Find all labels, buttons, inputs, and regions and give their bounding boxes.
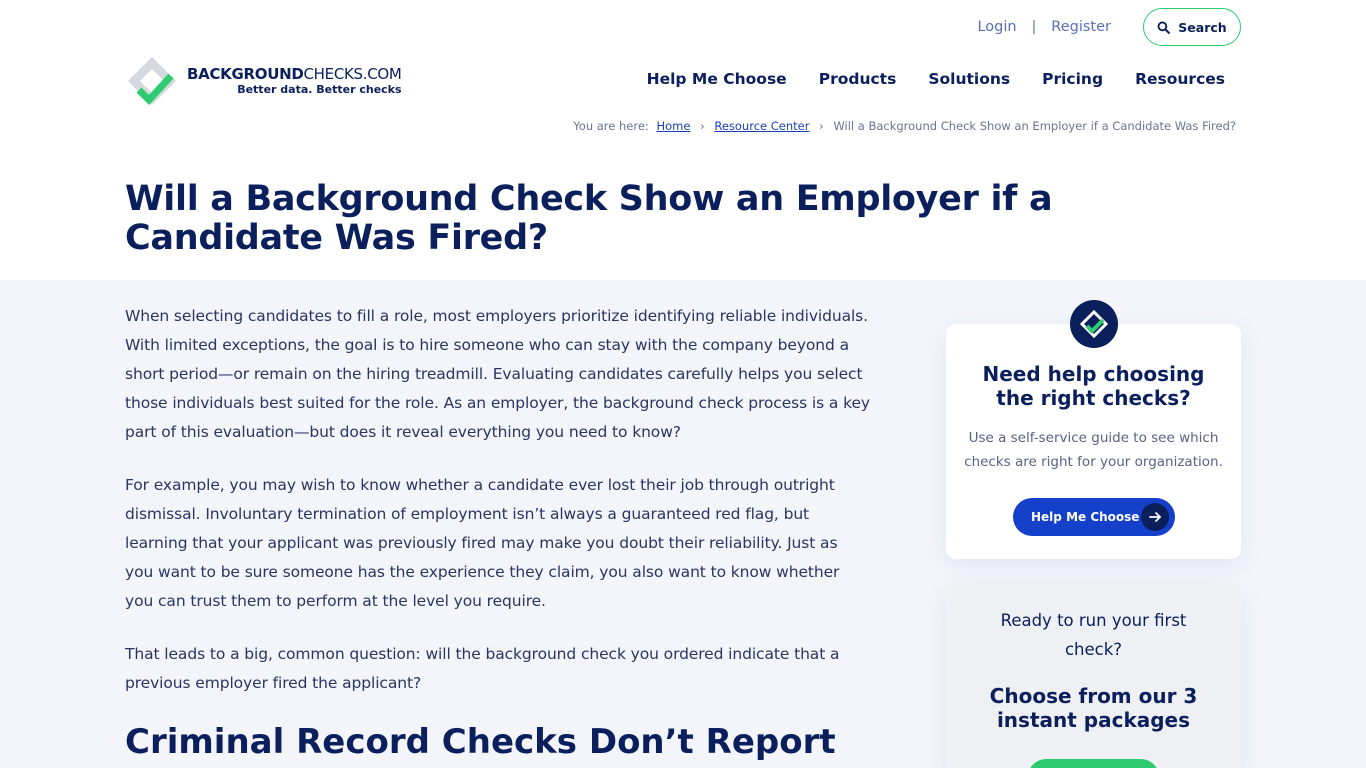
- nav-solutions[interactable]: Solutions: [928, 70, 1010, 88]
- breadcrumb-resource-center[interactable]: Resource Center: [714, 119, 809, 133]
- article-subheading: Criminal Record Checks Don’t Report: [125, 722, 836, 762]
- arrow-right-icon: [1141, 503, 1169, 531]
- help-choose-card: Need help choosing the right checks? Use…: [946, 300, 1241, 559]
- main-nav: Help Me Choose Products Solutions Pricin…: [615, 70, 1225, 88]
- page-title: Will a Background Check Show an Employer…: [125, 179, 1053, 258]
- breadcrumb: You are here: Home › Resource Center › W…: [573, 119, 1236, 133]
- nav-resources[interactable]: Resources: [1135, 70, 1225, 88]
- logo-name-bold: BACKGROUND: [187, 65, 304, 83]
- logo-mark-icon: [125, 54, 179, 108]
- article-paragraph: For example, you may wish to know whethe…: [125, 476, 840, 610]
- logo-name-rest: CHECKS.COM: [303, 65, 402, 83]
- logo-wordmark: BACKGROUNDCHECKS.COM: [187, 65, 402, 83]
- checkmark-badge-icon: [1070, 300, 1118, 348]
- site-header: Login | Register Search BACKGROUNDCHECKS…: [0, 0, 1366, 280]
- breadcrumb-prefix: You are here:: [573, 119, 649, 133]
- breadcrumb-separator: ›: [819, 119, 824, 133]
- packages-cta-button[interactable]: [1028, 759, 1159, 768]
- login-link[interactable]: Login: [977, 19, 1016, 35]
- site-logo[interactable]: BACKGROUNDCHECKS.COM Better data. Better…: [125, 54, 402, 108]
- search-button[interactable]: Search: [1143, 8, 1241, 46]
- logo-tagline: Better data. Better checks: [237, 83, 402, 96]
- nav-products[interactable]: Products: [819, 70, 897, 88]
- breadcrumb-home[interactable]: Home: [656, 119, 690, 133]
- packages-card: Ready to run your first check? Choose fr…: [946, 584, 1241, 768]
- article-paragraph: When selecting candidates to fill a role…: [125, 307, 870, 441]
- content-area: When selecting candidates to fill a role…: [0, 280, 1366, 768]
- article-paragraph: That leads to a big, common question: wi…: [125, 645, 840, 692]
- help-card-title: Need help choosing the right checks?: [982, 362, 1205, 410]
- nav-help-me-choose[interactable]: Help Me Choose: [647, 70, 787, 88]
- help-me-choose-button[interactable]: Help Me Choose: [1013, 498, 1175, 536]
- packages-title: Choose from our 3 instant packages: [989, 684, 1198, 732]
- search-button-label: Search: [1178, 19, 1227, 35]
- breadcrumb-current: Will a Background Check Show an Employer…: [833, 119, 1236, 133]
- packages-intro: Ready to run your first check?: [1000, 611, 1187, 659]
- nav-pricing[interactable]: Pricing: [1042, 70, 1103, 88]
- help-me-choose-label: Help Me Choose: [1031, 510, 1140, 524]
- breadcrumb-separator: ›: [700, 119, 705, 133]
- utility-separator: |: [1031, 19, 1037, 35]
- help-card-text: Use a self-service guide to see which ch…: [964, 430, 1223, 470]
- article-body: When selecting candidates to fill a role…: [125, 302, 870, 762]
- utility-bar: Login | Register Search: [977, 8, 1241, 46]
- search-icon: [1157, 21, 1171, 34]
- register-link[interactable]: Register: [1051, 19, 1111, 35]
